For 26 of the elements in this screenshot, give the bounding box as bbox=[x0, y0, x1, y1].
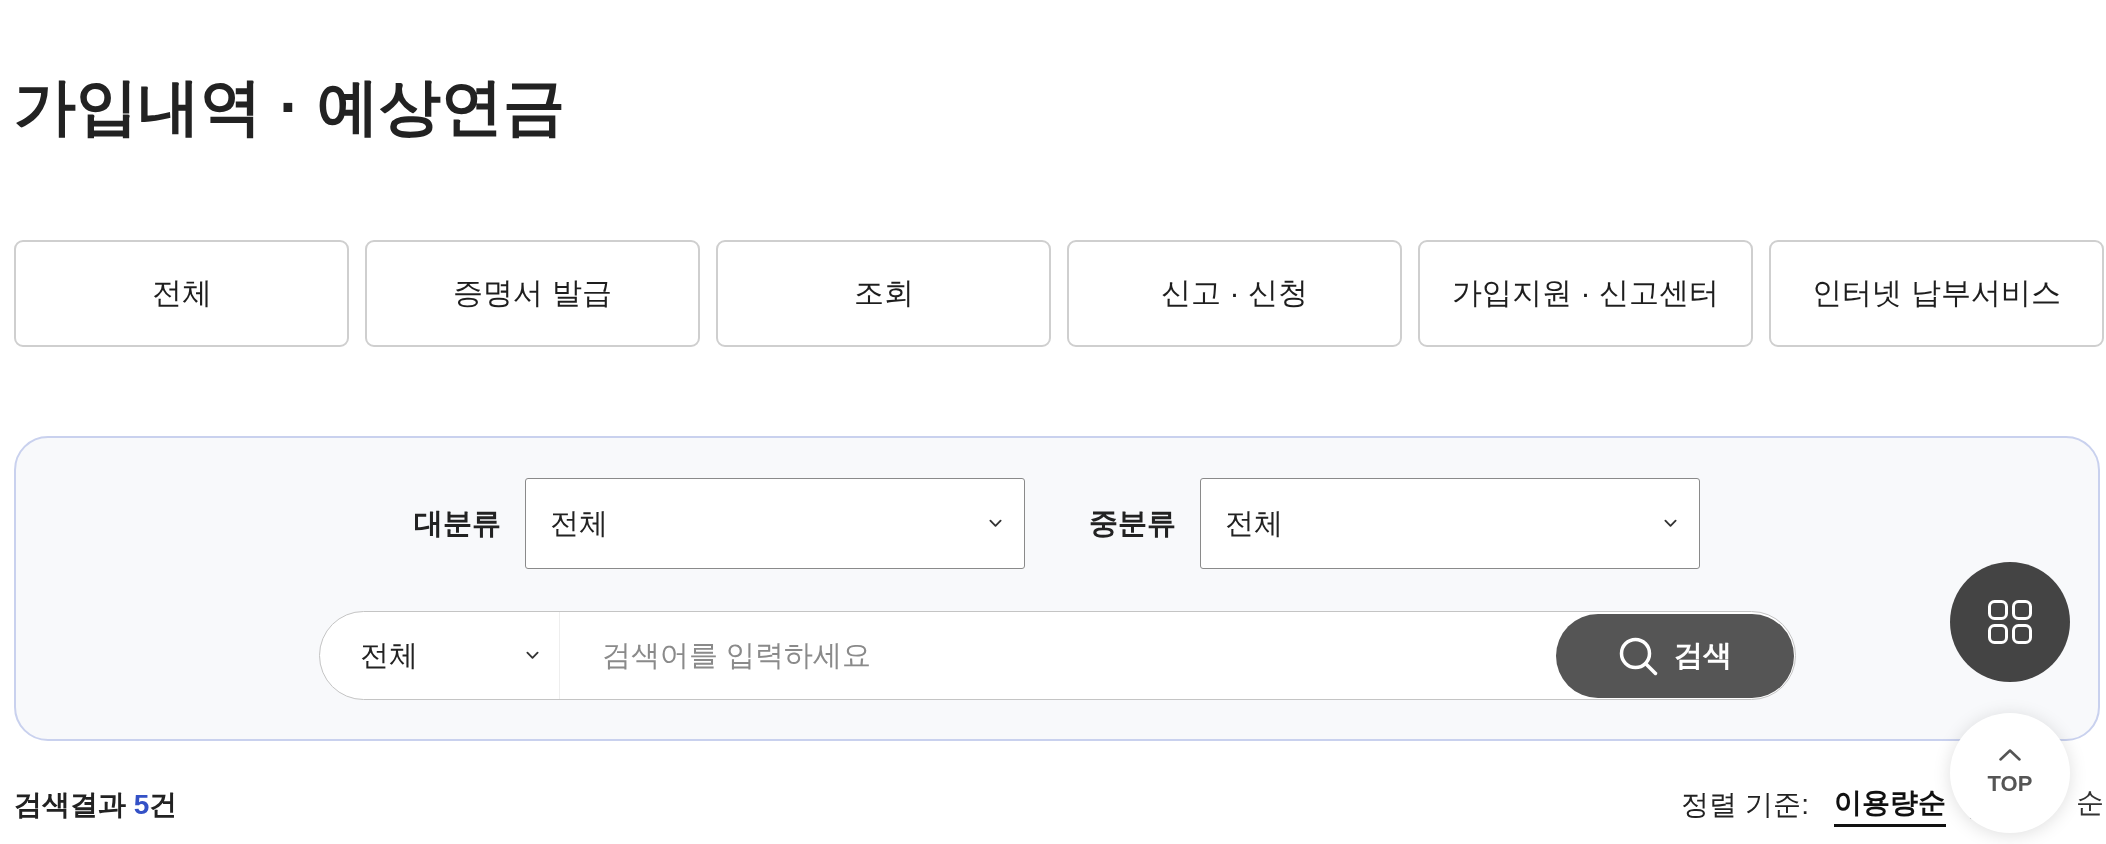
category-tab[interactable]: 증명서 발급 bbox=[365, 240, 700, 347]
search-button[interactable]: 검색 bbox=[1555, 613, 1794, 698]
category-tab[interactable]: 가입지원 · 신고센터 bbox=[1418, 240, 1753, 347]
category-select[interactable]: 전체 bbox=[525, 478, 1025, 569]
category-tab[interactable]: 조회 bbox=[716, 240, 1051, 347]
result-count: 검색결과 5건 bbox=[14, 788, 178, 822]
sort-option[interactable]: 순 bbox=[2076, 783, 2104, 827]
sort-option[interactable]: 이용량순 bbox=[1834, 783, 1946, 827]
chevron-down-icon bbox=[525, 651, 539, 660]
category-select[interactable]: 전체 bbox=[1200, 478, 1700, 569]
category-tab[interactable]: 전체 bbox=[14, 240, 349, 347]
filter-label: 대분류 bbox=[414, 505, 501, 541]
category-tab[interactable]: 인터넷 납부서비스 bbox=[1769, 240, 2104, 347]
search-scope-select[interactable]: 전체 bbox=[319, 612, 560, 699]
grid-icon bbox=[1988, 600, 2032, 644]
chevron-down-icon bbox=[1664, 519, 1677, 528]
search-icon bbox=[1617, 635, 1658, 676]
search-input[interactable]: 검색어를 입력하세요 bbox=[559, 612, 1556, 699]
sort-label: 정렬 기준: bbox=[1681, 788, 1809, 822]
top-button[interactable]: TOP bbox=[1950, 713, 2070, 833]
filter-label: 중분류 bbox=[1089, 505, 1176, 541]
category-tab[interactable]: 신고 · 신청 bbox=[1067, 240, 1402, 347]
page-title: 가입내역 · 예상연금 bbox=[14, 71, 566, 143]
chevron-up-icon bbox=[1999, 749, 2021, 761]
chevron-down-icon bbox=[989, 519, 1002, 528]
search-bar[interactable]: 전체 검색어를 입력하세요 검색 bbox=[318, 611, 1796, 700]
